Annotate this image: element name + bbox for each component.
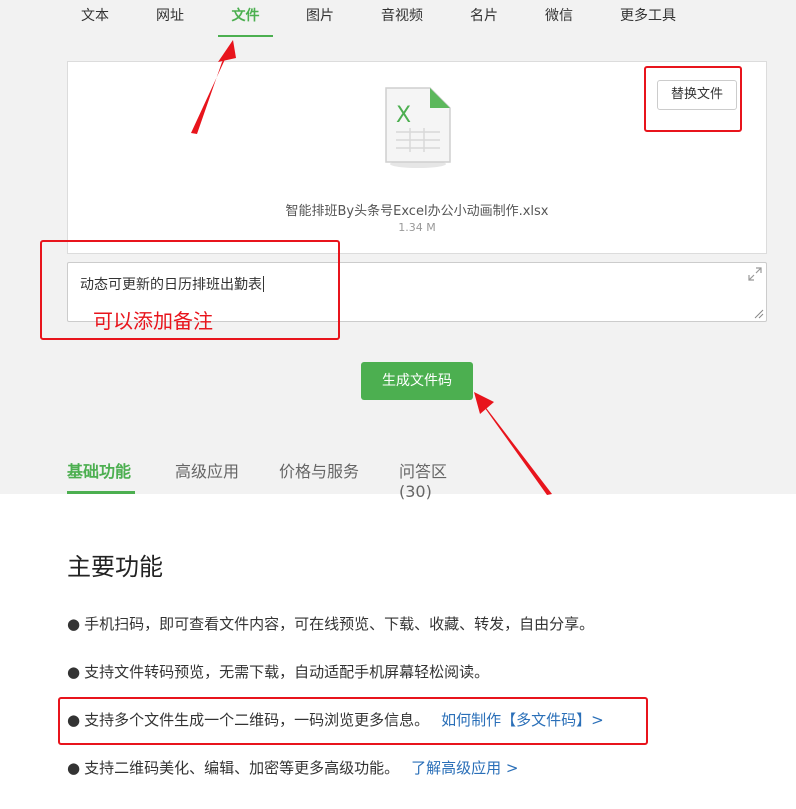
feature-text: 手机扫码，即可查看文件内容，可在线预览、下载、收藏、转发，自由分享。 <box>84 615 595 633</box>
file-icon-letter: X <box>396 103 411 128</box>
annotation-box-replace <box>644 66 742 132</box>
file-name: 智能排班By头条号Excel办公小动画制作.xlsx <box>285 204 549 219</box>
excel-file-icon: X <box>385 87 451 168</box>
advanced-apps-link[interactable]: 了解高级应用 > <box>411 759 518 777</box>
tab-advanced-apps[interactable]: 高级应用 <box>175 458 241 494</box>
bullet: ● <box>67 759 81 777</box>
feature-text: 支持文件转码预览，无需下载，自动适配手机屏幕轻松阅读。 <box>84 663 490 681</box>
nav-tab-text[interactable]: 文本 <box>80 0 110 37</box>
tab-basic-features[interactable]: 基础功能 <box>67 458 135 494</box>
generate-file-code-button[interactable]: 生成文件码 <box>361 362 473 400</box>
resize-handle-icon[interactable] <box>754 309 764 319</box>
bullet: ● <box>67 615 81 633</box>
feature-item: ● 支持二维码美化、编辑、加密等更多高级功能。 了解高级应用 > <box>67 757 518 778</box>
feature-item: ● 手机扫码，即可查看文件内容，可在线预览、下载、收藏、转发，自由分享。 <box>67 613 594 634</box>
nav-tab-file[interactable]: 文件 <box>218 0 273 37</box>
annotation-box-multi-file <box>58 697 648 745</box>
tab-qa[interactable]: 问答区(30) <box>399 458 479 501</box>
nav-tab-url[interactable]: 网址 <box>155 0 185 37</box>
annotation-note-hint: 可以添加备注 <box>93 309 213 333</box>
file-size: 1.34 M <box>398 221 436 234</box>
nav-tab-image[interactable]: 图片 <box>305 0 335 37</box>
nav-tab-wechat[interactable]: 微信 <box>544 0 574 37</box>
feature-text: 支持二维码美化、编辑、加密等更多高级功能。 <box>84 759 400 777</box>
tab-pricing-service[interactable]: 价格与服务 <box>279 458 361 494</box>
bullet: ● <box>67 663 81 681</box>
nav-tab-card[interactable]: 名片 <box>469 0 499 37</box>
main-features-title: 主要功能 <box>67 553 163 581</box>
nav-tab-more-tools[interactable]: 更多工具 <box>618 0 678 37</box>
top-nav: 文本 网址 文件 图片 音视频 名片 微信 更多工具 <box>0 0 796 37</box>
expand-icon[interactable] <box>748 267 762 281</box>
nav-tab-audio-video[interactable]: 音视频 <box>379 0 425 37</box>
feature-item: ● 支持文件转码预览，无需下载，自动适配手机屏幕轻松阅读。 <box>67 661 489 682</box>
